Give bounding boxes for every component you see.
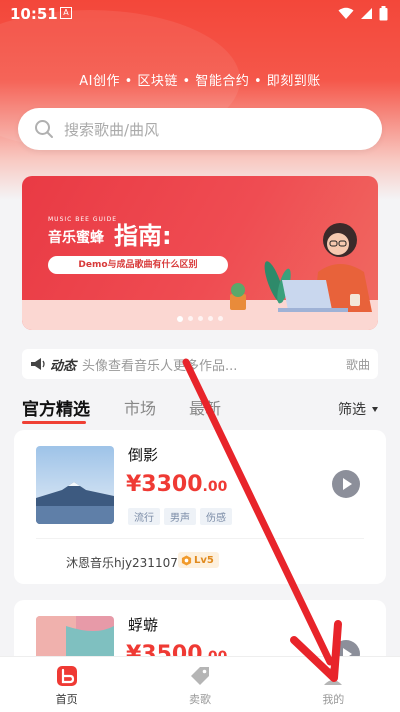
banner-dot[interactable] (177, 316, 183, 322)
megaphone-icon (31, 358, 45, 370)
wifi-icon (338, 7, 354, 19)
song-title: 倒影 (128, 446, 159, 464)
banner-pagination (22, 316, 378, 322)
header-tagline: AI创作 • 区块链 • 智能合约 • 即刻到账 (79, 74, 321, 89)
nav-sell-label: 卖歌 (188, 693, 211, 706)
nav-home[interactable]: 首页 (0, 657, 133, 712)
artist-level-badge: Lv5 (178, 552, 219, 568)
nav-profile-label: 我的 (322, 693, 345, 706)
tab-official-picks[interactable]: 官方精选 (22, 395, 90, 420)
news-text: 头像查看音乐人更多作品... (82, 358, 238, 374)
song-tags: 流行 男声 伤感 (128, 508, 232, 525)
tag-icon (190, 667, 209, 685)
banner-title: 指南: (114, 222, 172, 250)
level-hex-icon (181, 554, 192, 566)
play-icon[interactable] (332, 470, 360, 498)
song-price: ¥3300.00 (126, 472, 228, 497)
signal-icon (361, 8, 372, 19)
tag-mood: 伤感 (200, 508, 232, 525)
news-text-next: 歌曲 (345, 357, 370, 372)
banner-pill: Demo与成品歌曲有什么区别 (48, 256, 228, 274)
search-input[interactable]: 搜索歌曲/曲风 (18, 108, 382, 150)
status-bar: 10:51 A (0, 0, 400, 28)
news-label: 动态 (50, 358, 77, 374)
song-card[interactable]: 倒影 ¥3300.00 流行 男声 伤感 沐恩音乐hjy231107 Lv5 (14, 430, 386, 584)
banner-dot[interactable] (198, 316, 203, 321)
banner-sub-label: MUSIC BEE GUIDE (48, 216, 118, 223)
banner-dot[interactable] (188, 316, 193, 321)
promo-banner[interactable]: MUSIC BEE GUIDE 音乐蜜蜂 指南: Demo与成品歌曲有什么区别 (22, 176, 378, 330)
category-tabs: 官方精选 市场 最新 筛选 (22, 393, 378, 424)
status-time: 10:51 (10, 5, 58, 23)
battery-icon (379, 6, 388, 21)
tab-market[interactable]: 市场 (124, 395, 156, 419)
song-title: 蜉蝣 (128, 616, 159, 634)
tab-latest[interactable]: 最新 (189, 395, 221, 419)
tag-voice: 男声 (164, 508, 196, 525)
nav-sell[interactable]: 卖歌 (133, 657, 266, 712)
banner-illustration (230, 223, 372, 312)
song-cover (36, 446, 114, 524)
home-icon (56, 666, 77, 686)
filter-button[interactable]: 筛选 (338, 399, 378, 419)
nav-home-label: 首页 (55, 693, 78, 706)
search-icon (35, 120, 53, 138)
banner-brand: 音乐蜜蜂 (48, 230, 104, 246)
active-tab-indicator (22, 421, 86, 424)
banner-dot[interactable] (208, 316, 213, 321)
card-divider (36, 538, 364, 539)
status-icons (338, 6, 388, 21)
profile-icon (324, 667, 343, 685)
filter-label: 筛选 (338, 402, 366, 418)
notification-icon: A (60, 7, 72, 19)
chevron-down-icon (372, 406, 378, 412)
artist-name[interactable]: 沐恩音乐hjy231107 (66, 554, 178, 571)
header-background (0, 0, 400, 200)
search-placeholder: 搜索歌曲/曲风 (64, 120, 160, 139)
tag-genre: 流行 (128, 508, 160, 525)
nav-profile[interactable]: 我的 (267, 657, 400, 712)
banner-dot[interactable] (218, 316, 223, 321)
bottom-nav: 首页 卖歌 我的 (0, 656, 400, 712)
news-ticker[interactable]: 动态 头像查看音乐人更多作品... 歌曲 (22, 349, 378, 379)
